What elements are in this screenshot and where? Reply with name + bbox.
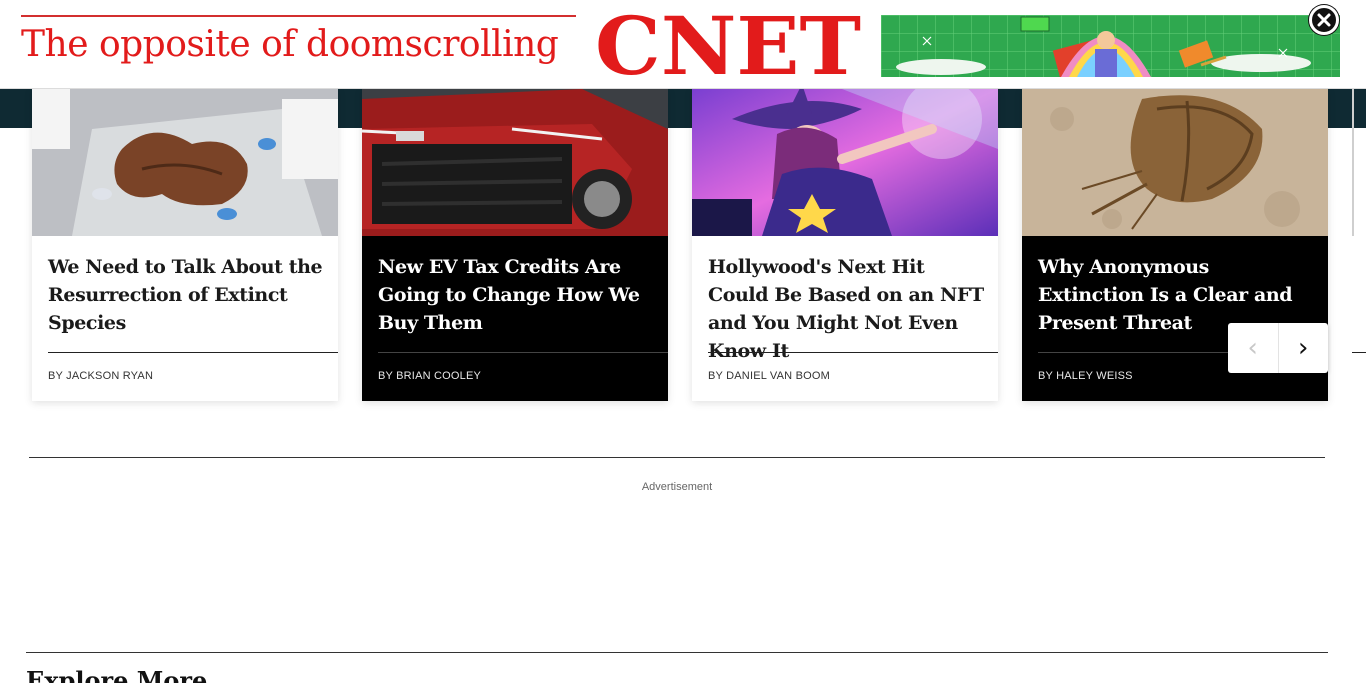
story-title[interactable]: New EV Tax Credits Are Going to Change H…	[378, 253, 658, 337]
top-ad-banner[interactable]: The opposite of doomscrolling CNET	[0, 0, 1366, 89]
chevron-right-icon: ›	[1298, 333, 1309, 363]
cnet-logo-text: CNET	[595, 14, 861, 78]
story-byline[interactable]: BY BRIAN COOLEY	[378, 370, 481, 382]
story-image[interactable]	[1022, 89, 1328, 236]
story-card[interactable]: New EV Tax Credits Are Going to Change H…	[362, 89, 668, 401]
story-byline[interactable]: BY HALEY WEISS	[1038, 370, 1133, 382]
story-card-next-peek[interactable]	[1352, 89, 1366, 401]
story-card[interactable]: We Need to Talk About the Resurrection o…	[32, 89, 338, 401]
carousel-prev-button[interactable]: ‹	[1228, 323, 1279, 373]
section-divider	[26, 652, 1328, 653]
card-divider	[378, 352, 668, 353]
advertisement-label: Advertisement	[641, 481, 713, 493]
peek-divider	[1352, 352, 1366, 353]
ad-slogan[interactable]: The opposite of doomscrolling	[21, 24, 559, 65]
story-card[interactable]: Hollywood's Next Hit Could Be Based on a…	[692, 89, 998, 401]
story-image[interactable]	[692, 89, 998, 236]
peek-image-edge	[1352, 89, 1354, 236]
carousel-nav: ‹ ›	[1228, 323, 1328, 373]
story-title[interactable]: Hollywood's Next Hit Could Be Based on a…	[708, 253, 988, 365]
story-carousel: We Need to Talk About the Resurrection o…	[0, 89, 1366, 419]
story-image[interactable]	[32, 89, 338, 236]
section-divider	[29, 457, 1325, 458]
chevron-left-icon: ‹	[1247, 333, 1258, 363]
explore-more-heading: Explore More	[26, 666, 208, 683]
close-icon[interactable]	[1309, 5, 1339, 35]
cnet-logo[interactable]: CNET	[594, 14, 862, 78]
story-title[interactable]: We Need to Talk About the Resurrection o…	[48, 253, 328, 337]
ad-rule-line	[21, 15, 576, 17]
story-image[interactable]	[362, 89, 668, 236]
story-byline[interactable]: BY JACKSON RYAN	[48, 370, 153, 382]
card-divider	[708, 352, 998, 353]
card-divider	[48, 352, 338, 353]
carousel-next-button[interactable]: ›	[1279, 323, 1329, 373]
story-byline[interactable]: BY DANIEL VAN BOOM	[708, 370, 830, 382]
ad-illustration[interactable]	[881, 15, 1340, 77]
